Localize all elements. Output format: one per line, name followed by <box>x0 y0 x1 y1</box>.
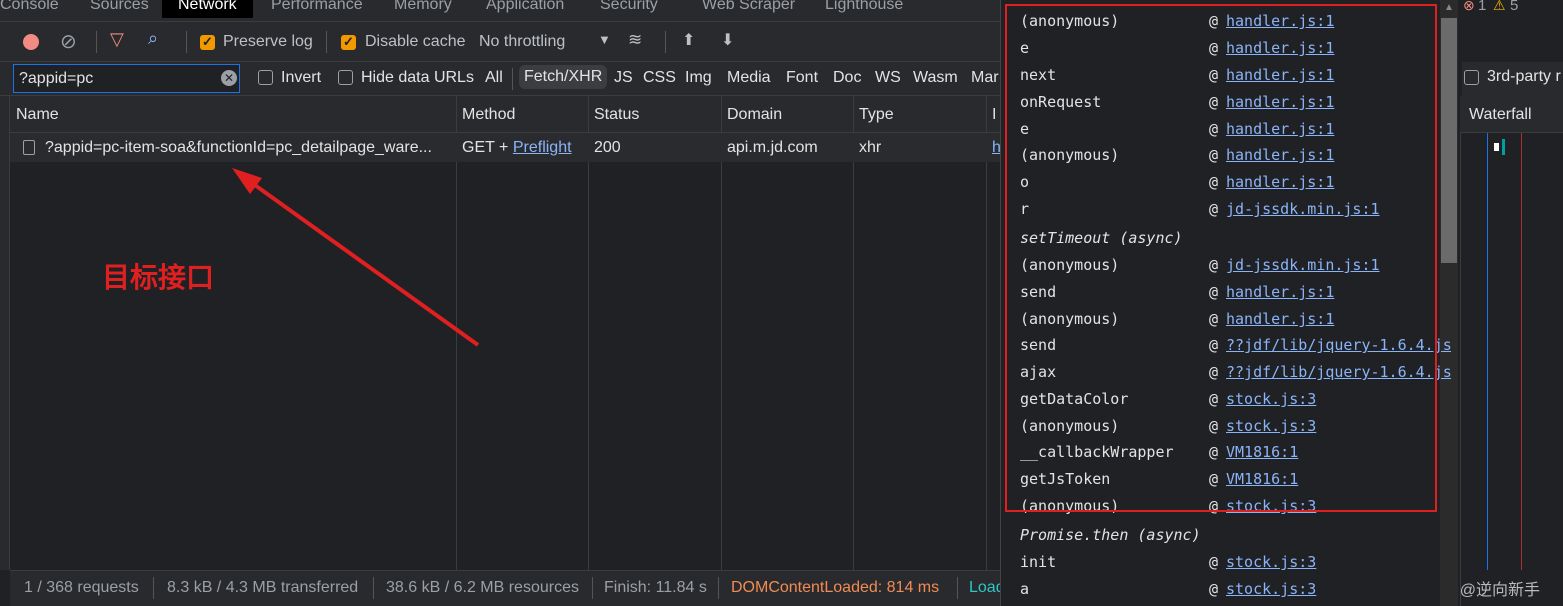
frame-function: a <box>1020 580 1030 598</box>
load-line <box>1521 133 1522 570</box>
stack-frame: init @ stock.js:3 <box>1020 553 1316 571</box>
error-icon: ⊗ <box>1463 0 1475 13</box>
third-party-label: 3rd-party r <box>1487 68 1561 85</box>
third-party-checkbox[interactable] <box>1464 70 1479 85</box>
warning-icon: ⚠ <box>1493 0 1506 13</box>
header-waterfall[interactable]: Waterfall <box>1469 106 1532 124</box>
at-sign: @ <box>1209 553 1219 571</box>
status-resources: 38.6 kB / 6.2 MB resources <box>386 579 579 596</box>
dcl-line <box>1487 133 1488 570</box>
status-finish: Finish: 11.84 s <box>604 579 707 596</box>
waterfall-panel: ⊗ 1 ⚠ 5 3rd-party r Waterfall CSDN @逆向新手 <box>1410 0 1563 606</box>
stack-frame: a @ stock.js:3 <box>1020 580 1316 598</box>
frame-function: init <box>1020 553 1057 571</box>
popup-scrollbar-thumb[interactable] <box>1441 18 1457 263</box>
warning-count[interactable]: 5 <box>1510 0 1518 14</box>
status-dcl: DOMContentLoaded: 814 ms <box>731 579 940 596</box>
frame-source-link[interactable]: stock.js:3 <box>1226 580 1316 598</box>
at-sign: @ <box>1209 580 1219 598</box>
frame-source-link[interactable]: stock.js:3 <box>1226 553 1316 571</box>
async-separator: Promise.then (async) <box>1020 526 1201 544</box>
highlight-box <box>1005 4 1437 512</box>
error-count[interactable]: 1 <box>1478 0 1486 14</box>
status-transferred: 8.3 kB / 4.3 MB transferred <box>167 579 359 596</box>
status-requests: 1 / 368 requests <box>24 579 139 596</box>
waterfall-bar-download <box>1502 139 1505 155</box>
waterfall-bar-waiting <box>1494 143 1499 151</box>
annotation-arrow <box>232 168 480 347</box>
status-bar: 1 / 368 requests 8.3 kB / 4.3 MB transfe… <box>10 570 1005 606</box>
